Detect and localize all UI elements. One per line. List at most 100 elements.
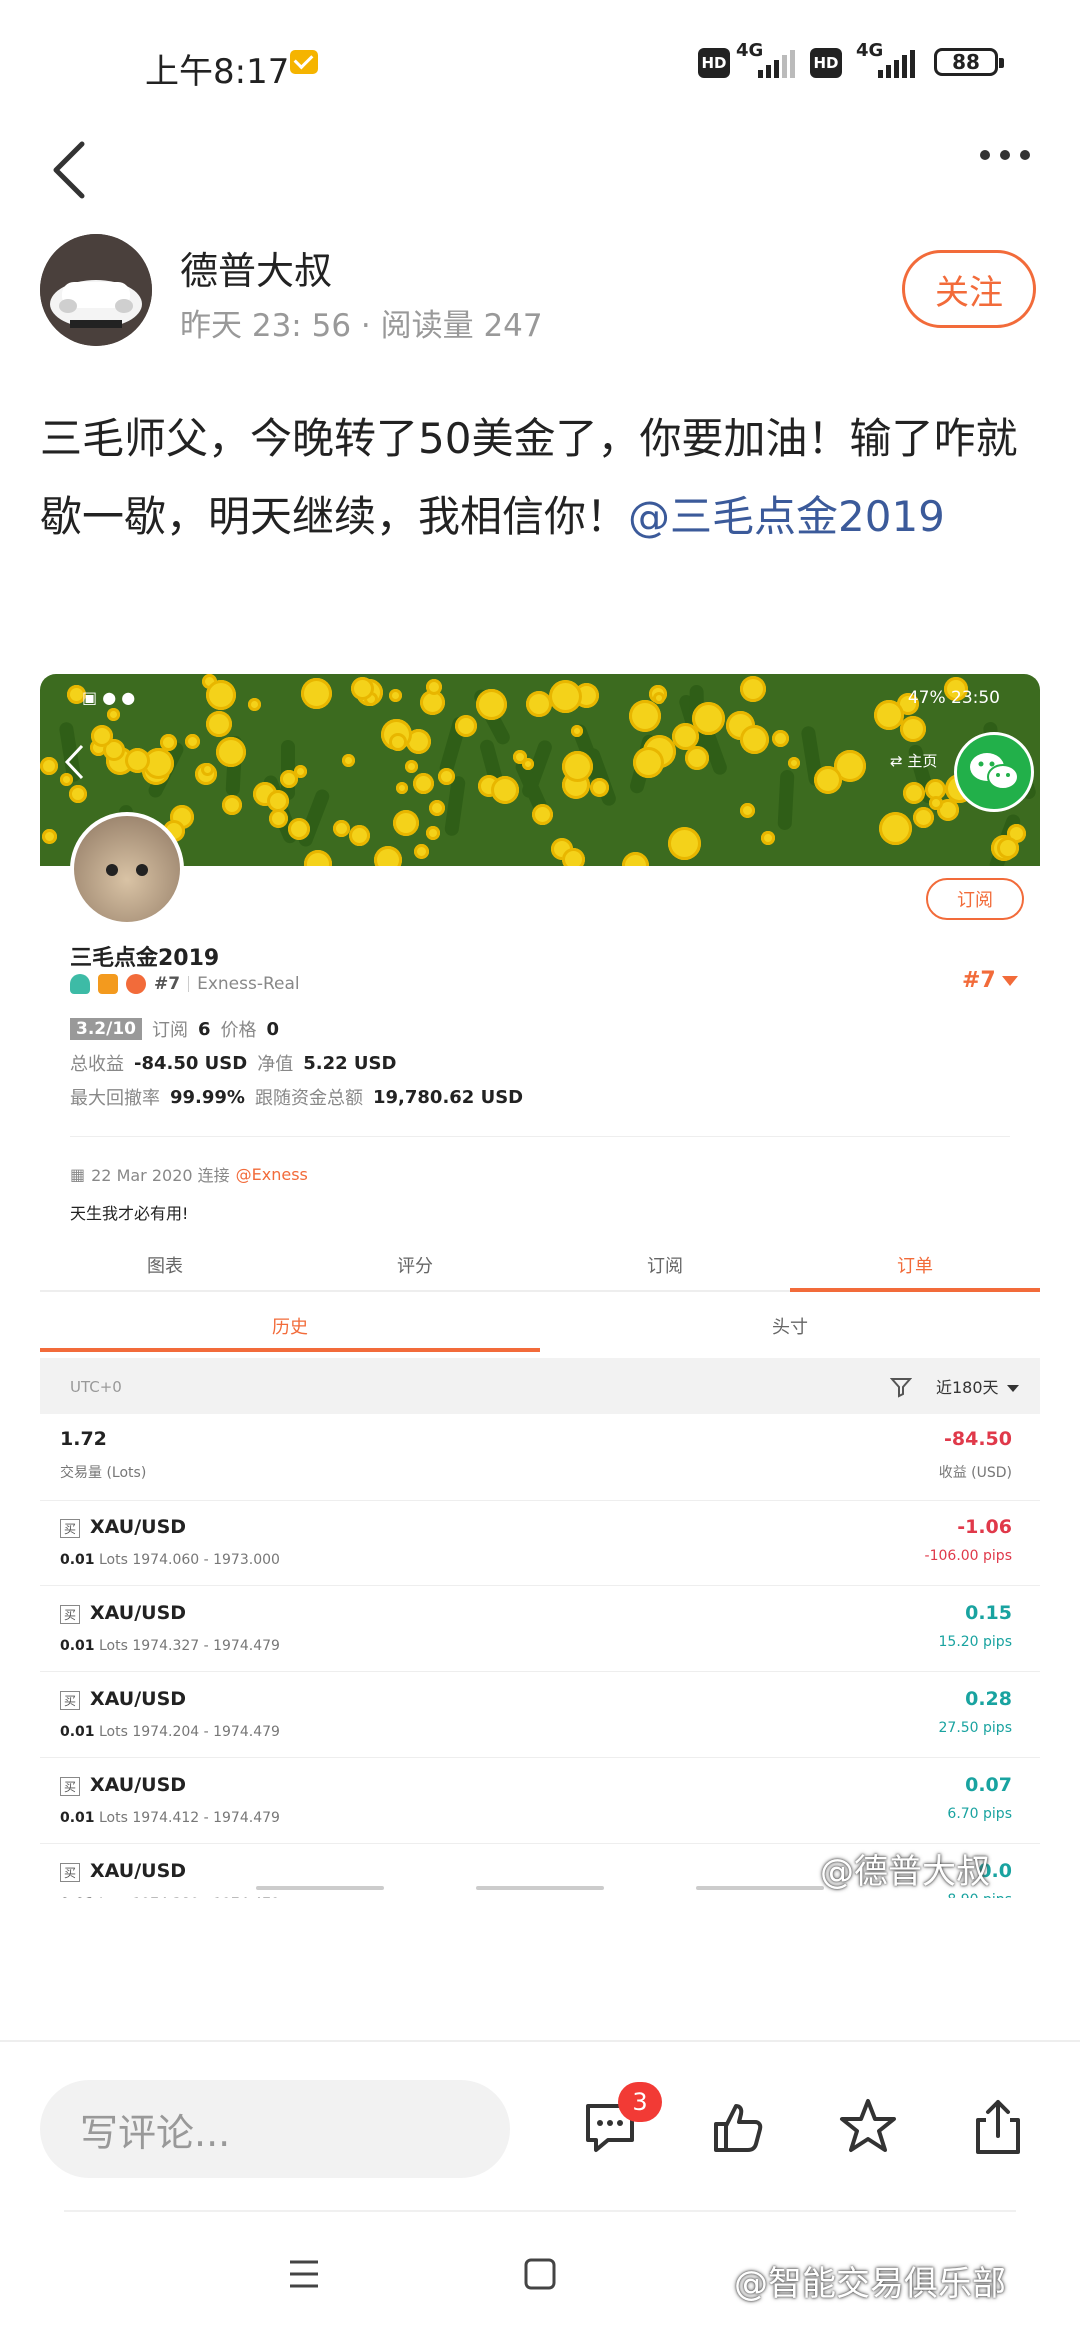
tab-orders: 订单	[790, 1240, 1040, 1292]
screenshot-watermark: @德普大叔	[820, 1852, 990, 1892]
main-tabs: 图表 评分 订阅 订单	[40, 1240, 1040, 1292]
author-avatar[interactable]	[40, 234, 152, 346]
order-head: 买 XAU/USD	[60, 1860, 186, 1882]
order-symbol: XAU/USD	[90, 1516, 187, 1538]
order-row: 买 XAU/USD 0.01 Lots 1974.204 - 1974.479 0.2…	[40, 1672, 1040, 1758]
order-prices: 1974.380 - 1974.479	[132, 1896, 280, 1898]
back-icon[interactable]	[50, 140, 90, 200]
order-row: 买 XAU/USD 0.01 Lots 1974.412 - 1974.479 0.0…	[40, 1758, 1040, 1844]
post-text: 三毛师父，今晚转了50美金了，你要加油！输了咋就歇一歇，明天继续，我相信你！@三…	[40, 400, 1040, 556]
order-prices: 1974.412 - 1974.479	[132, 1810, 280, 1826]
order-detail: 0.01 Lots 1974.327 - 1974.479	[60, 1638, 280, 1654]
order-lots: 0.01	[60, 1810, 95, 1826]
order-detail: 0.01 Lots 1974.060 - 1973.000	[60, 1552, 280, 1568]
account-name: 三毛点金2019	[70, 946, 220, 971]
shot-home-text: 主页	[907, 752, 938, 770]
order-lots-unit: Lots	[99, 1896, 128, 1898]
timezone-label: UTC+0	[70, 1378, 122, 1396]
buy-tag: 买	[60, 1777, 81, 1796]
order-profit: 0.07	[965, 1774, 1012, 1796]
joined-date: 22 Mar 2020 连接	[91, 1166, 230, 1185]
total-profit: -84.50	[944, 1428, 1012, 1450]
order-lots: 0.01	[60, 1638, 95, 1654]
order-lots: 0.01	[60, 1724, 95, 1740]
mention-link[interactable]: @三毛点金2019	[628, 492, 945, 541]
order-symbol: XAU/USD	[90, 1602, 187, 1624]
buy-tag: 买	[60, 1605, 81, 1624]
flower-banner-image: ▣ ● ● 47% 23:50 ⇄ 主页	[40, 674, 1040, 866]
signal-strength-2-icon	[878, 48, 915, 78]
tab-subscribe: 订阅	[647, 1256, 683, 1277]
subtab-positions: 头寸	[772, 1317, 808, 1338]
shot-home-label: ⇄ 主页	[890, 750, 937, 771]
price-value: 0	[266, 1018, 280, 1040]
comment-count-badge: 3	[618, 2082, 662, 2122]
post-meta: 昨天 23: 56 · 阅读量 247	[180, 308, 543, 344]
tab-chart: 图表	[147, 1256, 183, 1277]
equity-label: 净值	[257, 1054, 294, 1075]
order-row: 买 XAU/USD 0.01 Lots 1974.060 - 1973.000 -1.…	[40, 1500, 1040, 1586]
comment-input[interactable]: 写评论...	[40, 2080, 510, 2178]
orders-summary: 1.72 交易量 (Lots) -84.50 收益 (USD)	[40, 1414, 1040, 1501]
order-head: 买 XAU/USD	[60, 1602, 186, 1624]
range-dropdown: 近180天	[936, 1374, 1019, 1398]
signal-strength-1-icon	[758, 48, 795, 78]
order-symbol: XAU/USD	[90, 1774, 187, 1796]
order-detail: 0.01 Lots 1974.204 - 1974.479	[60, 1724, 280, 1740]
tier-badge-icon	[98, 974, 118, 994]
home-square-icon[interactable]	[520, 2254, 560, 2294]
order-lots-unit: Lots	[99, 1810, 128, 1826]
order-lots-unit: Lots	[99, 1724, 128, 1740]
order-head: 买 XAU/USD	[60, 1688, 186, 1710]
order-pips: 6.70 pips	[947, 1806, 1012, 1822]
total-profit-value: -84.50 USD	[134, 1052, 248, 1074]
hd-icon: HD	[698, 48, 730, 78]
order-profit: 0.15	[965, 1602, 1012, 1624]
account-motto: 天生我才必有用!	[70, 1204, 189, 1223]
carousel-indicator-3	[696, 1886, 824, 1890]
order-pips: -106.00 pips	[924, 1548, 1012, 1564]
shield-icon	[70, 974, 90, 994]
fire-icon	[126, 974, 146, 994]
order-row: 买 XAU/USD 0.01 Lots 1974.327 - 1974.479 0.1…	[40, 1586, 1040, 1672]
broker-tag: @Exness	[235, 1164, 308, 1184]
total-lots: 1.72	[60, 1428, 107, 1450]
equity-value: 5.22 USD	[303, 1052, 397, 1074]
stat-line-3: 最大回撤率 99.99% 跟随资金总额 19,780.62 USD	[70, 1084, 523, 1110]
rank-label: #7	[154, 974, 181, 994]
menu-icon[interactable]	[284, 2254, 324, 2294]
order-pips: 15.20 pips	[938, 1634, 1013, 1650]
order-pips: 27.50 pips	[938, 1720, 1013, 1736]
order-head: 买 XAU/USD	[60, 1774, 186, 1796]
follow-button[interactable]: 关注	[902, 250, 1036, 328]
drawdown-value: 99.99%	[170, 1086, 245, 1108]
total-profit-label: 总收益	[70, 1054, 124, 1075]
page-watermark: @智能交易俱乐部	[734, 2264, 1006, 2304]
shot-status-right: 47% 23:50	[907, 688, 1000, 708]
more-icon[interactable]	[980, 150, 1030, 160]
like-icon[interactable]	[708, 2096, 768, 2158]
follow-funds-label: 跟随资金总额	[254, 1088, 363, 1109]
embedded-screenshot[interactable]: ▣ ● ● 47% 23:50 ⇄ 主页 订阅 三毛点金2019 #7 Exne…	[40, 674, 1040, 1898]
subs-label: 订阅	[151, 1020, 188, 1041]
filter-bar: UTC+0 近180天	[40, 1358, 1040, 1414]
share-icon[interactable]	[968, 2096, 1028, 2158]
subs-value: 6	[197, 1018, 211, 1040]
stat-line-2: 总收益 -84.50 USD 净值 5.22 USD	[70, 1050, 396, 1076]
battery-indicator: 88	[934, 48, 1004, 76]
author-name[interactable]: 德普大叔	[180, 240, 332, 295]
order-detail: 0.01 Lots 1974.380 - 1974.479	[60, 1896, 280, 1898]
shot-status-icons: ▣ ● ●	[82, 688, 136, 707]
hd-icon-2: HD	[810, 48, 842, 78]
order-symbol: XAU/USD	[90, 1860, 187, 1882]
order-detail: 0.01 Lots 1974.412 - 1974.479	[60, 1810, 280, 1826]
price-label: 价格	[220, 1020, 257, 1041]
order-head: 买 XAU/USD	[60, 1516, 186, 1538]
order-prices: 1974.327 - 1974.479	[132, 1638, 280, 1654]
order-lots-unit: Lots	[99, 1552, 128, 1568]
mail-notification-icon	[290, 50, 318, 74]
tab-rating: 评分	[397, 1256, 433, 1277]
status-time: 上午8:17	[145, 52, 290, 92]
order-lots: 0.01	[60, 1552, 95, 1568]
star-icon[interactable]	[838, 2096, 898, 2158]
